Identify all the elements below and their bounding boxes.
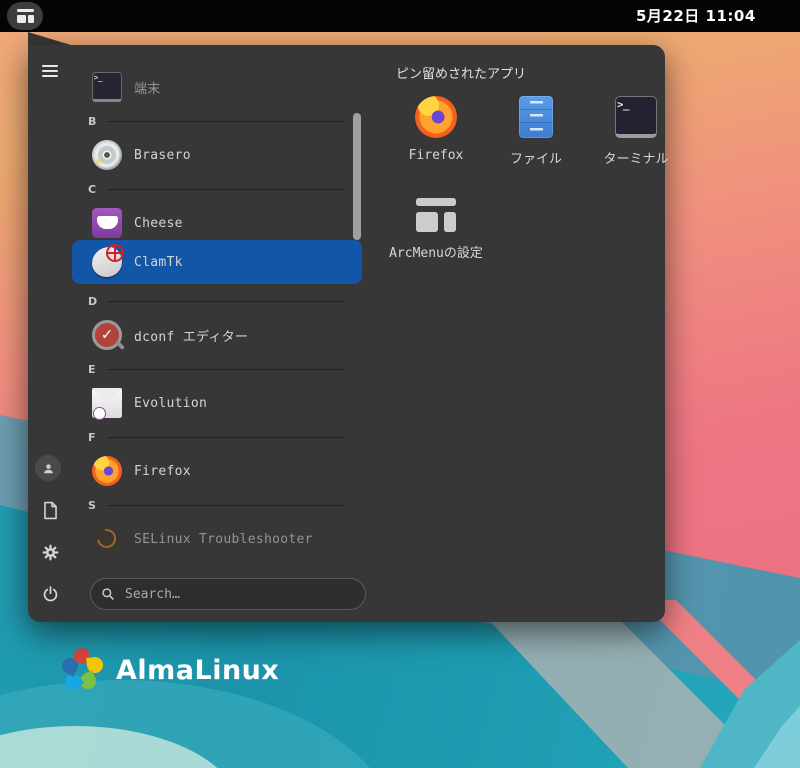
- firefox-icon: [92, 456, 122, 486]
- app-item-terminal[interactable]: 端末: [72, 70, 362, 104]
- firefox-icon: [415, 96, 457, 138]
- app-item-label: Cheese: [134, 215, 183, 231]
- arcmenu-popup: 端末 B Brasero C Cheese ClamT: [28, 45, 669, 622]
- app-item-label: SELinux Troubleshooter: [134, 531, 313, 547]
- selinux-icon: [92, 524, 122, 554]
- pinned-app-terminal[interactable]: ターミナル: [586, 94, 686, 192]
- search-icon: [102, 588, 114, 600]
- pinned-app-label: ファイル: [509, 152, 562, 167]
- brasero-icon: [92, 140, 122, 170]
- pinned-app-firefox[interactable]: Firefox: [386, 94, 486, 192]
- top-bar: 5月22日 11:04: [0, 0, 800, 32]
- app-item-label: dconf エディター: [134, 329, 249, 345]
- dconf-editor-icon: [92, 320, 122, 350]
- pinned-app-label: ArcMenuの設定: [389, 246, 483, 261]
- cheese-icon: [92, 208, 122, 238]
- power-icon: [43, 585, 57, 601]
- app-item-label: Evolution: [134, 395, 208, 411]
- app-item-label: ClamTk: [134, 254, 183, 270]
- section-header-b: B: [72, 104, 362, 138]
- pinned-app-files[interactable]: ファイル: [486, 94, 586, 192]
- terminal-icon: [615, 96, 657, 138]
- power-button[interactable]: [38, 582, 62, 606]
- pinned-app-label: Firefox: [408, 148, 464, 163]
- user-icon: [43, 463, 53, 473]
- document-icon: [43, 501, 57, 519]
- search-input[interactable]: [123, 585, 355, 603]
- app-item-label: 端末: [134, 81, 161, 97]
- settings-button[interactable]: [38, 540, 62, 564]
- app-item-clamtk[interactable]: ClamTk: [72, 240, 362, 284]
- gear-icon: [42, 544, 58, 560]
- app-item-evolution[interactable]: Evolution: [72, 386, 362, 420]
- section-header-e: E: [72, 352, 362, 386]
- clamtk-icon: [92, 244, 125, 277]
- app-item-brasero[interactable]: Brasero: [72, 138, 362, 172]
- arcmenu-icon: [416, 198, 456, 232]
- almalinux-logo: AlmaLinux: [59, 646, 280, 694]
- app-item-label: Firefox: [134, 463, 191, 479]
- section-header-c: C: [72, 172, 362, 206]
- app-item-firefox[interactable]: Firefox: [72, 454, 362, 488]
- section-header-s: S: [72, 488, 362, 522]
- terminal-icon: [92, 72, 122, 102]
- documents-button[interactable]: [38, 498, 62, 522]
- files-icon: [519, 96, 553, 138]
- pinned-apps-panel: ピン留めされたアプリ Firefox ファイル ターミナル: [368, 59, 669, 290]
- arcmenu-icon: [16, 8, 34, 24]
- desktop: AlmaLinux 5月22日 11:04 >_ 端末 B Brasero C …: [0, 0, 800, 768]
- evolution-icon: [92, 388, 122, 420]
- scrollbar-thumb[interactable]: [353, 113, 361, 240]
- section-header-d: D: [72, 284, 362, 318]
- pinned-app-label: ターミナル: [603, 152, 669, 167]
- app-list: 端末 B Brasero C Cheese ClamT: [72, 45, 366, 622]
- clock-label[interactable]: 5月22日 11:04: [636, 0, 756, 32]
- pinned-apps-title: ピン留めされたアプリ: [396, 67, 527, 82]
- arcmenu-panel-button[interactable]: [7, 2, 43, 30]
- almalinux-flower-icon: [59, 646, 106, 694]
- app-item-cheese[interactable]: Cheese: [72, 206, 362, 240]
- almalinux-wordmark: AlmaLinux: [116, 654, 280, 686]
- menu-left-rail: [28, 45, 72, 622]
- user-button[interactable]: [35, 455, 61, 481]
- hamburger-button[interactable]: [40, 61, 60, 81]
- search-bar: [90, 578, 366, 610]
- pinned-app-arcmenu-settings[interactable]: ArcMenuの設定: [386, 192, 486, 290]
- app-item-label: Brasero: [134, 147, 191, 163]
- section-header-f: F: [72, 420, 362, 454]
- pinned-apps-grid: Firefox ファイル ターミナル ArcMenuの設定: [386, 94, 669, 290]
- app-item-dconf-editor[interactable]: dconf エディター: [72, 318, 362, 352]
- app-item-selinux-troubleshooter[interactable]: SELinux Troubleshooter: [72, 522, 362, 556]
